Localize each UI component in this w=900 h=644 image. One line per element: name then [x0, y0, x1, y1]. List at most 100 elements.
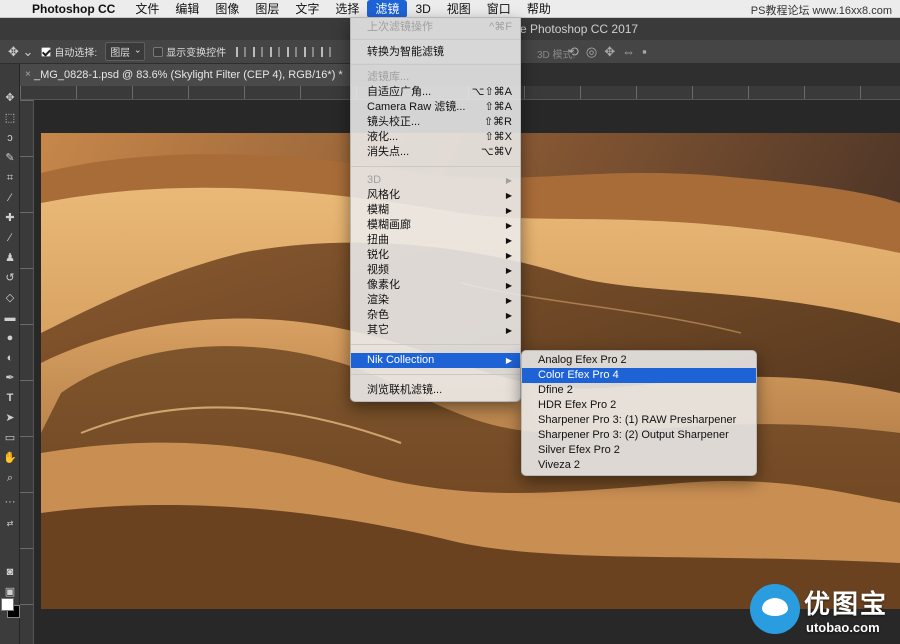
menu-item-hdr-efex-pro[interactable]: HDR Efex Pro 2 — [522, 398, 756, 413]
checkbox-checked-icon — [41, 46, 52, 57]
menu-item-label: 模糊画廊 — [367, 219, 411, 231]
menu-layer[interactable]: 图层 — [247, 0, 287, 18]
menu-item-vanishing-point[interactable]: 消失点... ⌥⌘V — [351, 145, 520, 160]
menu-item-distort[interactable]: 扭曲 ▶ — [351, 233, 520, 248]
menu-type[interactable]: 文字 — [287, 0, 327, 18]
3d-scale-icon[interactable]: ▪ — [642, 44, 647, 60]
menu-item-nik-collection[interactable]: Nik Collection ▶ — [351, 353, 520, 368]
menu-filter[interactable]: 滤镜 — [367, 0, 408, 18]
marquee-tool-icon[interactable]: ⬚ — [2, 110, 18, 126]
3d-orbit-icon[interactable]: ⟲ — [568, 44, 579, 60]
dodge-tool-icon[interactable]: ◐ — [2, 350, 18, 366]
quick-select-tool-icon[interactable]: ✎ — [2, 150, 18, 166]
rectangle-tool-icon[interactable]: ▭ — [2, 430, 18, 446]
menu-item-liquify[interactable]: 液化... ⇧⌘X — [351, 130, 520, 145]
menu-item-browse-online-filters[interactable]: 浏览联机滤镜... — [351, 383, 520, 398]
path-select-tool-icon[interactable]: ➤ — [2, 410, 18, 426]
show-transform-label: 显示变换控件 — [166, 48, 227, 59]
eyedropper-tool-icon[interactable]: ⁄ — [2, 190, 18, 206]
menu-item-label: 镜头校正... — [367, 116, 421, 128]
menu-window[interactable]: 窗口 — [479, 0, 519, 18]
align-top-icon[interactable] — [236, 46, 247, 57]
pen-tool-icon[interactable]: ✒ — [2, 370, 18, 386]
hand-tool-icon[interactable]: ✋ — [2, 450, 18, 466]
menu-item-camera-raw-filter[interactable]: Camera Raw 滤镜... ⇧⌘A — [351, 100, 520, 115]
submenu-arrow-icon: ▶ — [505, 326, 512, 335]
history-brush-tool-icon[interactable]: ↺ — [2, 270, 18, 286]
menu-item-label: 锐化 — [367, 249, 389, 261]
move-tool-icon[interactable]: ✥ — [2, 90, 18, 106]
type-tool-icon[interactable]: T — [2, 390, 18, 406]
eraser-tool-icon[interactable]: ◇ — [2, 290, 18, 306]
watermark: PS教程论坛 www.16xx8.com — [750, 5, 892, 17]
menu-item-render[interactable]: 渲染 ▶ — [351, 293, 520, 308]
crop-tool-icon[interactable]: ⌗ — [2, 170, 18, 186]
healing-brush-tool-icon[interactable]: ✚ — [2, 210, 18, 226]
menu-help[interactable]: 帮助 — [519, 0, 559, 18]
align-left-icon[interactable] — [287, 46, 298, 57]
menu-3d[interactable]: 3D — [407, 0, 438, 18]
align-bottom-icon[interactable] — [270, 46, 281, 57]
menu-select[interactable]: 选择 — [327, 0, 367, 18]
align-vcenter-icon[interactable] — [253, 46, 264, 57]
menu-item-analog-efex-pro[interactable]: Analog Efex Pro 2 — [522, 353, 756, 368]
menu-file[interactable]: 文件 — [127, 0, 167, 18]
submenu-arrow-icon: ▶ — [505, 356, 512, 365]
menu-item-sharpener-output[interactable]: Sharpener Pro 3: (2) Output Sharpener — [522, 428, 756, 443]
filter-menu: 上次滤镜操作 ^⌘F 转换为智能滤镜 滤镜库... 自适应广角... ⌥⇧⌘A Ca… — [350, 17, 521, 402]
menu-item-sharpener-raw[interactable]: Sharpener Pro 3: (1) RAW Presharpener — [522, 413, 756, 428]
menu-item-sharpen[interactable]: 锐化 ▶ — [351, 248, 520, 263]
menu-item-color-efex-pro[interactable]: Color Efex Pro 4 — [522, 368, 756, 383]
menu-item-noise[interactable]: 杂色 ▶ — [351, 308, 520, 323]
menu-view[interactable]: 视图 — [439, 0, 479, 18]
app-menu[interactable]: Photoshop CC — [30, 2, 127, 16]
submenu-arrow-icon: ▶ — [505, 296, 512, 305]
submenu-arrow-icon: ▶ — [505, 251, 512, 260]
menu-item-blur[interactable]: 模糊 ▶ — [351, 203, 520, 218]
document-tab[interactable]: × _MG_0828-1.psd @ 83.6% (Skylight Filte… — [20, 64, 350, 86]
show-transform-checkbox[interactable]: 显示变换控件 — [153, 44, 226, 59]
menu-item-silver-efex-pro[interactable]: Silver Efex Pro 2 — [522, 443, 756, 458]
menu-item-label: 3D — [367, 174, 382, 186]
swap-colors-icon[interactable]: ⇄ — [2, 516, 18, 532]
submenu-arrow-icon: ▶ — [505, 176, 512, 185]
align-hcenter-icon[interactable] — [304, 46, 315, 57]
menu-edit[interactable]: 编辑 — [167, 0, 207, 18]
gradient-tool-icon[interactable]: ▬ — [2, 310, 18, 326]
align-right-icon[interactable] — [321, 46, 332, 57]
auto-select-checkbox[interactable]: 自动选择: — [41, 44, 97, 59]
menu-item-convert-smart-filter[interactable]: 转换为智能滤镜 — [351, 45, 520, 60]
vertical-ruler[interactable] — [20, 100, 34, 644]
menu-item-pixelate[interactable]: 像素化 ▶ — [351, 278, 520, 293]
3d-roll-icon[interactable]: ◎ — [586, 44, 597, 60]
zoom-tool-icon[interactable]: ⌕ — [2, 470, 18, 486]
menu-image[interactable]: 图像 — [207, 0, 247, 18]
menu-item-label: 自适应广角... — [367, 86, 432, 98]
move-tool-icon[interactable]: ✥ ⌄ — [8, 44, 33, 60]
3d-slide-icon[interactable]: ⇔ — [622, 44, 635, 60]
menu-item-adaptive-wide-angle[interactable]: 自适应广角... ⌥⇧⌘A — [351, 85, 520, 100]
more-tools-icon[interactable]: ··· — [2, 494, 18, 510]
blur-tool-icon[interactable]: ● — [2, 330, 18, 346]
site-logo: 优图宝 utobao.com — [742, 578, 900, 644]
quick-mask-icon[interactable]: ◙ — [2, 564, 18, 580]
auto-select-dropdown[interactable]: 图层 — [105, 42, 146, 61]
bird-logo-icon — [750, 584, 800, 634]
menu-item-label: 模糊 — [367, 204, 389, 216]
menu-item-video[interactable]: 视频 ▶ — [351, 263, 520, 278]
menu-item-blur-gallery[interactable]: 模糊画廊 ▶ — [351, 218, 520, 233]
menu-item-other[interactable]: 其它 ▶ — [351, 323, 520, 338]
3d-pan-icon[interactable]: ✥ — [604, 44, 615, 60]
menu-item-viveza[interactable]: Viveza 2 — [522, 458, 756, 473]
3d-mode-icons: ⟲ ◎ ✥ ⇔ ▪ — [568, 44, 647, 60]
brush-tool-icon[interactable]: ∕ — [2, 230, 18, 246]
close-icon[interactable]: × — [25, 64, 31, 86]
lasso-tool-icon[interactable]: ↄ — [2, 130, 18, 146]
foreground-color-swatch[interactable] — [1, 598, 14, 611]
shortcut-label: ⌥⌘V — [480, 146, 512, 158]
menu-item-lens-correction[interactable]: 镜头校正... ⇧⌘R — [351, 115, 520, 130]
menu-item-dfine[interactable]: Dfine 2 — [522, 383, 756, 398]
clone-stamp-tool-icon[interactable]: ♟ — [2, 250, 18, 266]
menu-item-stylize[interactable]: 风格化 ▶ — [351, 188, 520, 203]
submenu-arrow-icon: ▶ — [505, 311, 512, 320]
